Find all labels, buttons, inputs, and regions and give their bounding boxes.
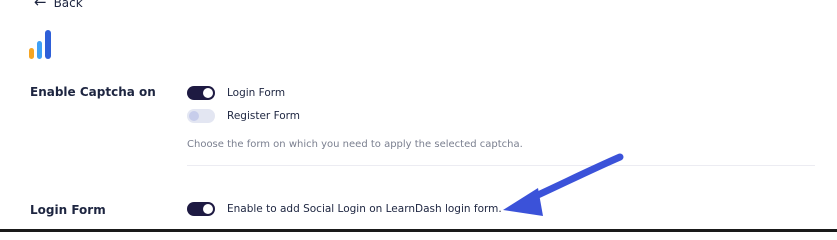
register-form-captcha-option: Register Form	[187, 109, 300, 123]
captcha-help-text: Choose the form on which you need to app…	[187, 139, 523, 150]
bottom-border	[0, 229, 837, 232]
annotation-arrow-icon	[503, 153, 624, 216]
toggle-knob	[189, 111, 199, 121]
toggle-knob	[203, 88, 213, 98]
captcha-section-label: Enable Captcha on	[30, 85, 156, 99]
register-form-captcha-label: Register Form	[227, 110, 301, 122]
social-login-option: Enable to add Social Login on LearnDash …	[187, 202, 502, 216]
back-arrow-icon: ←	[34, 0, 47, 11]
login-form-captcha-label: Login Form	[227, 87, 286, 99]
social-login-label: Enable to add Social Login on LearnDash …	[227, 203, 502, 215]
login-form-captcha-toggle[interactable]	[187, 86, 215, 100]
bar-chart-logo-icon	[29, 30, 51, 59]
back-label: Back	[53, 0, 83, 10]
login-form-captcha-option: Login Form	[187, 86, 285, 100]
toggle-knob	[203, 204, 213, 214]
back-link[interactable]: ← Back	[34, 0, 83, 10]
login-form-section-label: Login Form	[30, 203, 106, 217]
register-form-captcha-toggle[interactable]	[187, 109, 215, 123]
social-login-toggle[interactable]	[187, 202, 215, 216]
